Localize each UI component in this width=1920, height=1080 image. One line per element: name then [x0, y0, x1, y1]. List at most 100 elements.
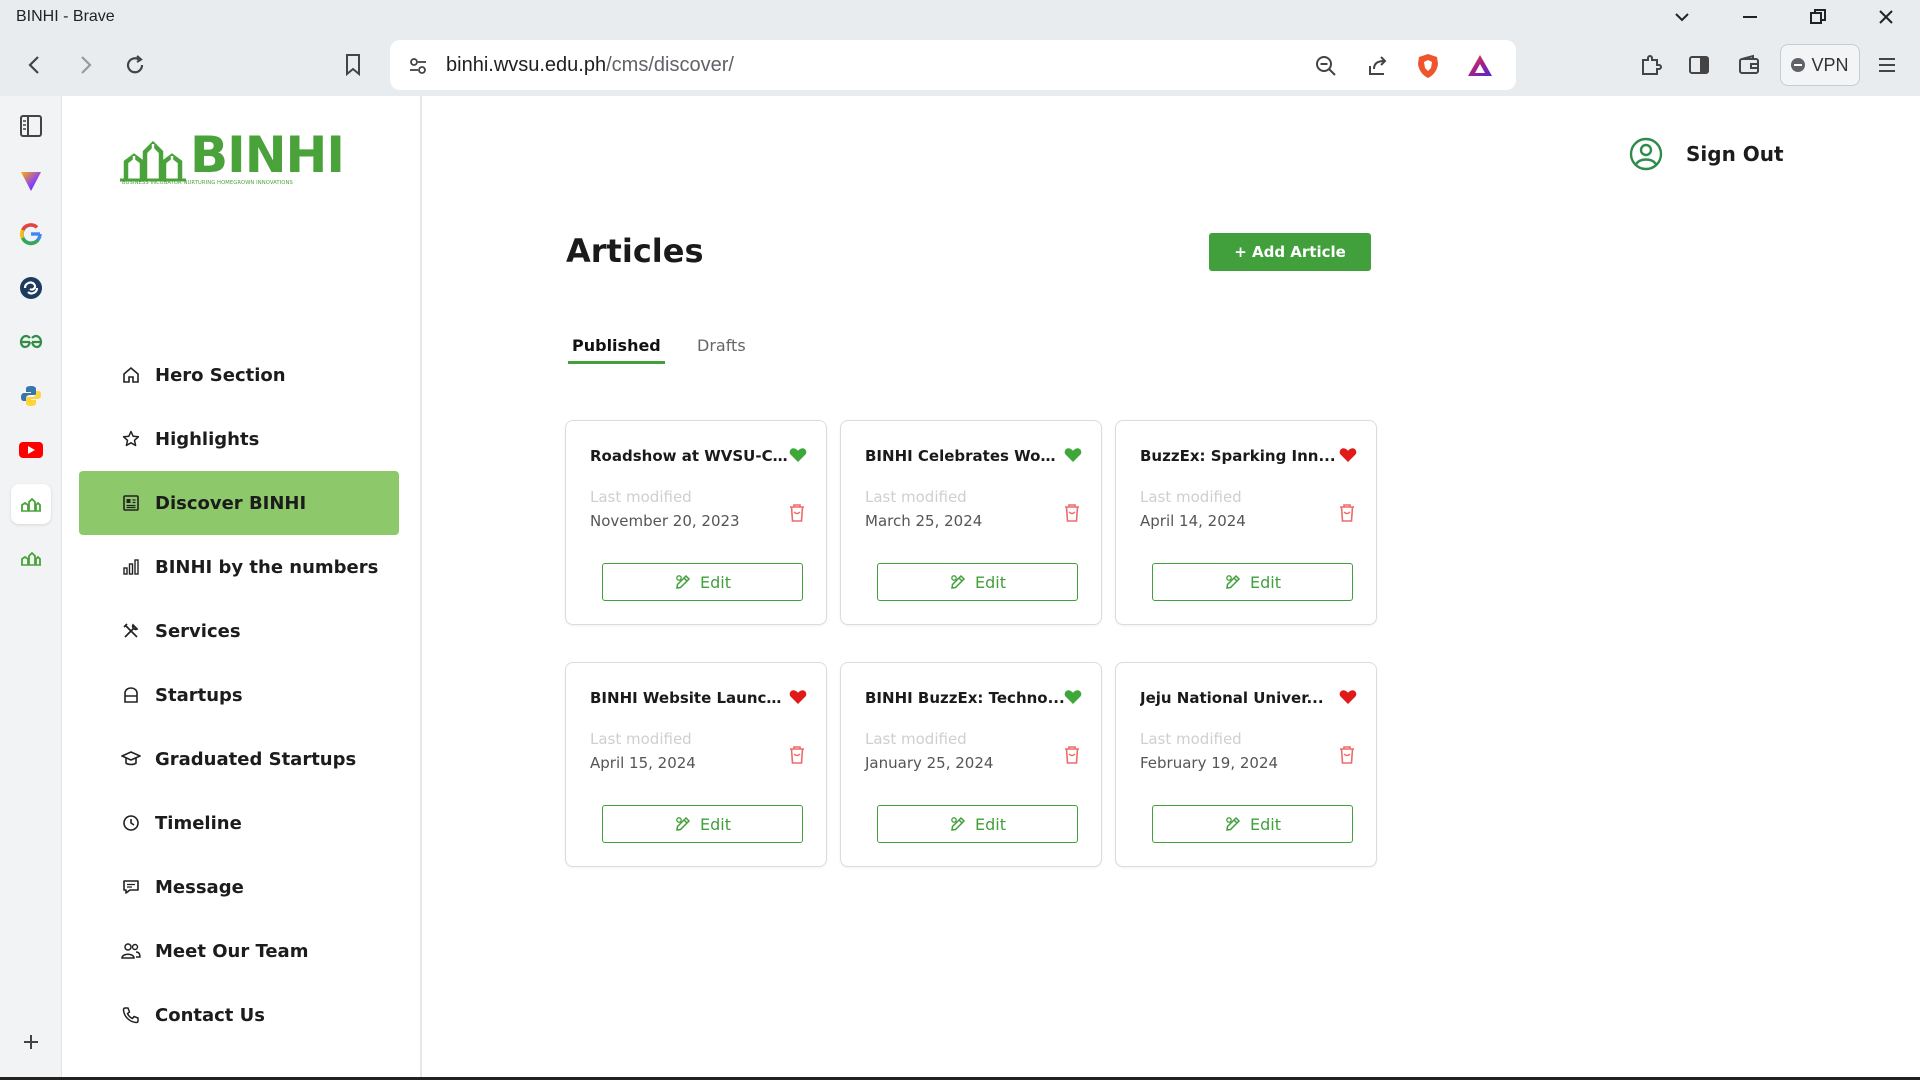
edit-button[interactable]: Edit	[1152, 805, 1353, 843]
trash-icon[interactable]	[1335, 501, 1359, 525]
wallet-icon[interactable]	[1730, 46, 1768, 84]
vpn-label: VPN	[1811, 54, 1849, 75]
edit-button[interactable]: Edit	[602, 563, 803, 601]
article-date: November 20, 2023	[590, 512, 740, 530]
window-titlebar: BINHI - Brave	[0, 0, 1920, 34]
edit-label: Edit	[975, 572, 1006, 592]
sidebar-item-contact-us[interactable]: Contact Us	[79, 983, 399, 1047]
trash-icon[interactable]	[1335, 743, 1359, 767]
sidebar-item-startups[interactable]: Startups	[79, 663, 399, 727]
last-modified-label: Last modified	[590, 488, 692, 506]
sidebar-nav: Hero Section Highlights Discover BINHI B…	[79, 343, 399, 1047]
window-title: BINHI - Brave	[16, 8, 115, 25]
last-modified-label: Last modified	[865, 488, 967, 506]
binhi-logo-mark-icon	[120, 140, 186, 182]
sidebar-item-binhi-by-the-numbers[interactable]: BINHI by the numbers	[79, 535, 399, 599]
edit-button[interactable]: Edit	[602, 805, 803, 843]
close-window-button[interactable]	[1852, 0, 1920, 34]
vpn-button[interactable]: VPN	[1780, 44, 1860, 86]
heart-icon[interactable]	[1338, 445, 1358, 465]
graduation-cap-icon	[121, 749, 141, 769]
reload-button[interactable]	[116, 46, 154, 84]
sidebar-item-label: Graduated Startups	[155, 748, 357, 770]
youtube-icon[interactable]	[11, 430, 51, 470]
article-card: BINHI Website Launch... Last modified Ap…	[565, 662, 827, 867]
back-button[interactable]	[16, 46, 54, 84]
add-article-button[interactable]: + Add Article	[1209, 233, 1371, 271]
leo-ai-icon[interactable]	[11, 160, 51, 200]
sidebar-item-label: Startups	[155, 684, 243, 706]
sidebar-item-label: Highlights	[155, 428, 260, 450]
article-title[interactable]: BuzzEx: Sparking Inn...	[1140, 447, 1340, 465]
sidebar-item-label: Message	[155, 876, 244, 898]
trash-icon[interactable]	[785, 743, 809, 767]
page-title: Articles	[566, 232, 704, 270]
edit-button[interactable]: Edit	[1152, 563, 1353, 601]
heart-icon[interactable]	[1063, 687, 1083, 707]
minimize-button[interactable]	[1716, 0, 1784, 34]
sidebar-item-hero-section[interactable]: Hero Section	[79, 343, 399, 407]
sidebar-toggle-icon[interactable]	[1680, 46, 1718, 84]
home-icon	[121, 365, 141, 385]
url-text[interactable]: binhi.wvsu.edu.ph/cms/discover/	[446, 54, 734, 77]
binhi-logo[interactable]: BINHI BUSINESS INCUBATOR NURTURING HOMEG…	[118, 126, 345, 190]
sidebar-item-label: Contact Us	[155, 1004, 266, 1026]
tab-published[interactable]: Published	[568, 336, 665, 364]
heart-icon[interactable]	[1338, 687, 1358, 707]
brave-rewards-icon[interactable]	[1464, 50, 1496, 82]
tab-search-chevron-icon[interactable]	[1648, 0, 1716, 34]
google-icon[interactable]	[11, 214, 51, 254]
sidebar-item-graduated-startups[interactable]: Graduated Startups	[79, 727, 399, 791]
tab-drafts[interactable]: Drafts	[693, 336, 750, 361]
edit-label: Edit	[1250, 572, 1281, 592]
sidebar-item-discover-binhi[interactable]: Discover BINHI	[79, 471, 399, 535]
article-date: February 19, 2024	[1140, 754, 1279, 772]
trash-icon[interactable]	[1060, 501, 1084, 525]
sidebar-item-message[interactable]: Message	[79, 855, 399, 919]
article-title[interactable]: BINHI BuzzEx: Techno...	[865, 689, 1065, 707]
share-icon[interactable]	[1362, 50, 1394, 82]
edit-icon	[676, 574, 691, 589]
article-title[interactable]: BINHI Website Launch...	[590, 689, 790, 707]
restore-button[interactable]	[1784, 0, 1852, 34]
sign-out-label: Sign Out	[1686, 142, 1784, 166]
star-icon	[121, 429, 141, 449]
bookmark-icon[interactable]	[334, 46, 372, 84]
article-title[interactable]: Jeju National Univer...	[1140, 689, 1340, 707]
article-title[interactable]: Roadshow at WVSU-Cal...	[590, 447, 790, 465]
sidebar-item-highlights[interactable]: Highlights	[79, 407, 399, 471]
extensions-icon[interactable]	[1632, 46, 1670, 84]
article-card: Roadshow at WVSU-Cal... Last modified No…	[565, 420, 827, 625]
article-title[interactable]: BINHI Celebrates Wom...	[865, 447, 1065, 465]
last-modified-label: Last modified	[1140, 488, 1242, 506]
binhi-secondary-icon[interactable]	[11, 538, 51, 578]
geeksforgeeks-icon[interactable]	[11, 322, 51, 362]
site-settings-icon[interactable]	[402, 50, 434, 82]
address-bar[interactable]: binhi.wvsu.edu.ph/cms/discover/	[390, 40, 1516, 90]
brave-shields-icon[interactable]	[1412, 50, 1444, 82]
sidebar-panel-icon[interactable]	[11, 106, 51, 146]
python-icon[interactable]	[11, 376, 51, 416]
sidebar-item-timeline[interactable]: Timeline	[79, 791, 399, 855]
logo-wordmark: BINHI	[190, 126, 345, 184]
forward-button[interactable]	[66, 46, 104, 84]
heart-icon[interactable]	[1063, 445, 1083, 465]
trash-icon[interactable]	[1060, 743, 1084, 767]
binhi-tab-icon[interactable]	[11, 484, 51, 524]
last-modified-label: Last modified	[865, 730, 967, 748]
trash-icon[interactable]	[785, 501, 809, 525]
edit-button[interactable]: Edit	[877, 805, 1078, 843]
sidebar-item-meet-our-team[interactable]: Meet Our Team	[79, 919, 399, 983]
article-card: Jeju National Univer... Last modified Fe…	[1115, 662, 1377, 867]
sign-out-button[interactable]: Sign Out	[1628, 136, 1784, 172]
edit-button[interactable]: Edit	[877, 563, 1078, 601]
article-date: March 25, 2024	[865, 512, 983, 530]
sidebar-item-label: Discover BINHI	[155, 492, 307, 514]
menu-icon[interactable]	[1868, 46, 1906, 84]
sidebar-item-services[interactable]: Services	[79, 599, 399, 663]
app-swirl-icon[interactable]	[11, 268, 51, 308]
zoom-icon[interactable]	[1310, 50, 1342, 82]
add-panel-icon[interactable]	[11, 1022, 51, 1062]
heart-icon[interactable]	[788, 445, 808, 465]
heart-icon[interactable]	[788, 687, 808, 707]
